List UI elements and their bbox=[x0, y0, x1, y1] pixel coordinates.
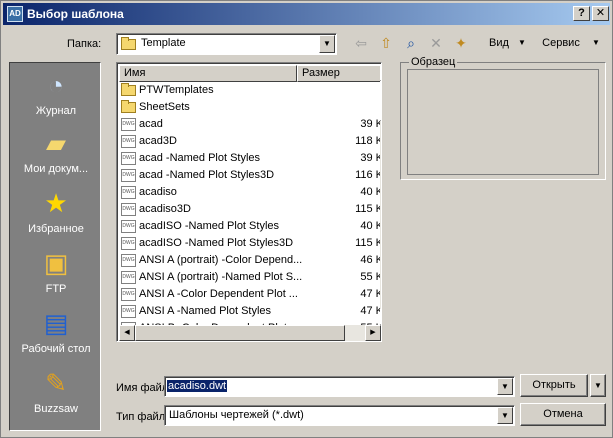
back-icon[interactable]: ⇦ bbox=[351, 33, 371, 53]
help-button[interactable]: ? bbox=[573, 6, 590, 21]
list-item[interactable]: DWG acadiso 40 K bbox=[119, 184, 381, 201]
dwg-file-icon: DWG bbox=[121, 236, 136, 250]
dwg-file-icon: DWG bbox=[121, 287, 136, 301]
column-header-name[interactable]: Имя bbox=[119, 65, 297, 82]
service-label: Сервис bbox=[542, 37, 580, 49]
place-my-documents[interactable]: ▰ Мои докум... bbox=[10, 127, 102, 175]
list-item[interactable]: DWG acad 39 K bbox=[119, 116, 381, 133]
buzzsaw-icon: ✎ bbox=[45, 368, 67, 398]
dwg-file-icon: DWG bbox=[121, 134, 136, 148]
desktop-icon: ▤ bbox=[43, 308, 69, 338]
filetype-value: Шаблоны чертежей (*.dwt) bbox=[169, 409, 304, 421]
vertical-scrollbar[interactable]: ▲ ▼ bbox=[380, 65, 381, 325]
dwg-file-icon: DWG bbox=[121, 253, 136, 267]
chevron-down-icon[interactable]: ▼ bbox=[319, 35, 335, 53]
scroll-down-icon[interactable]: ▼ bbox=[380, 309, 381, 325]
dwg-file-icon: DWG bbox=[121, 151, 136, 165]
place-desktop[interactable]: ▤ Рабочий стол bbox=[10, 307, 102, 355]
folder-value: Template bbox=[141, 37, 186, 49]
history-icon: ◔ bbox=[48, 70, 64, 100]
list-item[interactable]: DWG ANSI A -Color Dependent Plot ... 47 K bbox=[119, 286, 381, 303]
list-item[interactable]: DWG acadISO -Named Plot Styles3D 115 K bbox=[119, 235, 381, 252]
up-folder-icon[interactable]: ⇧ bbox=[376, 33, 396, 53]
list-item[interactable]: DWG acad -Named Plot Styles3D 116 K bbox=[119, 167, 381, 184]
place-label: Журнал bbox=[35, 105, 77, 117]
dwg-file-icon: DWG bbox=[121, 219, 136, 233]
title-bar[interactable]: AD Выбор шаблона ? ✕ bbox=[3, 3, 610, 25]
list-item[interactable]: SheetSets bbox=[119, 99, 365, 116]
close-button[interactable]: ✕ bbox=[592, 6, 609, 21]
dwg-file-icon: DWG bbox=[121, 304, 136, 318]
folder-combo[interactable]: Template ▼ bbox=[116, 33, 337, 55]
place-label: Избранное bbox=[28, 223, 84, 235]
ftp-icon: ▣ bbox=[43, 248, 69, 278]
place-label: Buzzsaw bbox=[33, 403, 79, 415]
chevron-down-icon[interactable]: ▼ bbox=[497, 407, 513, 424]
scroll-up-icon[interactable]: ▲ bbox=[380, 65, 381, 81]
scroll-right-icon[interactable]: ▶ bbox=[365, 325, 381, 341]
list-item[interactable]: DWG acadiso3D 115 K bbox=[119, 201, 381, 218]
service-dropdown-icon[interactable]: ▼ bbox=[590, 33, 602, 53]
place-history[interactable]: ◔ Журнал bbox=[10, 69, 102, 117]
new-folder-icon[interactable]: ✦ bbox=[451, 33, 471, 53]
chevron-down-icon[interactable]: ▼ bbox=[497, 378, 513, 395]
open-button[interactable]: Открыть bbox=[520, 374, 588, 397]
horizontal-scrollbar[interactable]: ◀ ▶ bbox=[119, 325, 381, 341]
favorites-icon: ★ bbox=[44, 188, 68, 218]
list-item[interactable]: DWG acad -Named Plot Styles 39 K bbox=[119, 150, 381, 167]
filename-input[interactable]: acadiso.dwt ▼ bbox=[164, 376, 515, 397]
dwg-file-icon: DWG bbox=[121, 117, 136, 131]
folder-icon bbox=[121, 99, 136, 113]
filename-value: acadiso.dwt bbox=[167, 380, 228, 392]
open-dropdown-icon[interactable]: ▼ bbox=[590, 374, 606, 397]
place-ftp[interactable]: ▣ FTP bbox=[10, 247, 102, 295]
my-documents-icon: ▰ bbox=[46, 128, 66, 158]
list-item[interactable]: DWG ANSI A -Named Plot Styles 47 K bbox=[119, 303, 381, 320]
preview-area bbox=[407, 69, 599, 175]
folder-label: Папка: bbox=[67, 38, 102, 50]
hscroll-thumb[interactable] bbox=[135, 325, 345, 341]
dwg-file-icon: DWG bbox=[121, 168, 136, 182]
view-dropdown-icon[interactable]: ▼ bbox=[516, 33, 528, 53]
column-header-size[interactable]: Размер bbox=[297, 65, 381, 82]
place-label: Рабочий стол bbox=[21, 343, 91, 355]
place-label: Мои докум... bbox=[23, 163, 89, 175]
place-label: FTP bbox=[45, 283, 67, 295]
folder-icon bbox=[121, 82, 136, 96]
dwg-file-icon: DWG bbox=[121, 185, 136, 199]
places-bar: ◔ Журнал ▰ Мои докум... ★ Избранное ▣ FT… bbox=[9, 62, 101, 431]
search-web-icon[interactable]: ⌕ bbox=[401, 33, 421, 53]
view-menu[interactable]: Вид bbox=[479, 33, 519, 53]
dwg-file-icon: DWG bbox=[121, 270, 136, 284]
preview-label: Образец bbox=[409, 56, 458, 68]
app-icon: AD bbox=[7, 6, 23, 22]
delete-icon[interactable]: ✕ bbox=[426, 33, 446, 53]
scroll-left-icon[interactable]: ◀ bbox=[119, 325, 135, 341]
view-label: Вид bbox=[489, 37, 509, 49]
filetype-select[interactable]: Шаблоны чертежей (*.dwt) ▼ bbox=[164, 405, 515, 426]
window-title: Выбор шаблона bbox=[27, 7, 124, 21]
folder-icon bbox=[121, 37, 136, 50]
list-item[interactable]: DWG ANSI A (portrait) -Named Plot S... 55… bbox=[119, 269, 381, 286]
preview-group: Образец bbox=[400, 56, 606, 180]
cancel-button[interactable]: Отмена bbox=[520, 403, 606, 426]
list-item[interactable]: DWG acad3D 118 K bbox=[119, 133, 381, 150]
file-list[interactable]: Имя Размер PTWTemplates SheetSets DWG aca… bbox=[116, 62, 382, 342]
list-item[interactable]: PTWTemplates bbox=[119, 82, 365, 99]
scroll-thumb[interactable] bbox=[380, 81, 381, 121]
list-item[interactable]: DWG ANSI A (portrait) -Color Depend... 46… bbox=[119, 252, 381, 269]
place-buzzsaw[interactable]: ✎ Buzzsaw bbox=[10, 367, 102, 415]
template-select-dialog: AD Выбор шаблона ? ✕ Папка: Template ▼ ⇦… bbox=[0, 0, 613, 438]
list-item[interactable]: DWG acadISO -Named Plot Styles 40 K bbox=[119, 218, 381, 235]
dwg-file-icon: DWG bbox=[121, 202, 136, 216]
place-favorites[interactable]: ★ Избранное bbox=[10, 187, 102, 235]
service-menu[interactable]: Сервис bbox=[536, 33, 586, 53]
file-rows: PTWTemplates SheetSets DWG acad 39 K DWG a… bbox=[119, 82, 381, 337]
